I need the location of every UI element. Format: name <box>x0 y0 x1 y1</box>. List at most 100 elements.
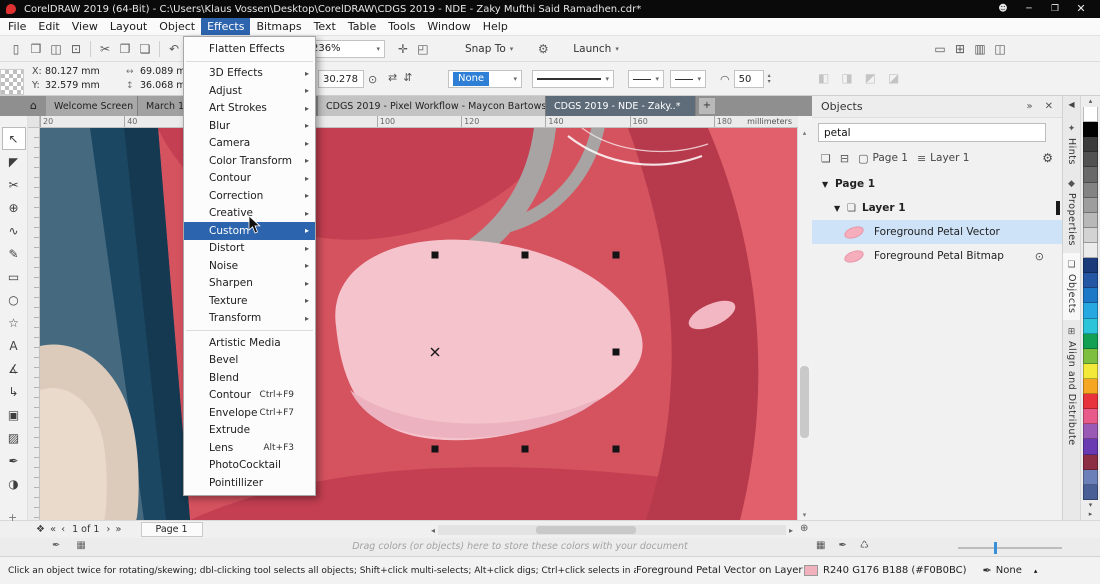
color-swatch[interactable] <box>1083 409 1098 424</box>
layer-drag-handle[interactable] <box>1056 201 1060 215</box>
tab-welcome-screen[interactable]: Welcome Screen <box>46 96 138 116</box>
tab-nde-zaky[interactable]: CDGS 2019 - NDE - Zaky..* <box>546 96 696 116</box>
color-swatch[interactable] <box>1083 122 1098 137</box>
zoom-tool[interactable]: ⊕ <box>3 197 25 218</box>
color-swatch[interactable] <box>1083 152 1098 167</box>
menu-item-transform[interactable]: Transform ▸ <box>184 310 315 328</box>
menu-item-distort[interactable]: Distort ▸ <box>184 240 315 258</box>
end-arrowhead-combo[interactable]: ▾ <box>670 70 706 88</box>
tree-row-page[interactable]: ▼ Page 1 <box>812 172 1062 196</box>
vertical-scrollbar-thumb[interactable] <box>800 366 809 438</box>
corner-roundness-field[interactable]: 50 <box>734 70 764 88</box>
menu-item-correction[interactable]: Correction ▸ <box>184 187 315 205</box>
menu-window[interactable]: Window <box>421 18 476 35</box>
color-swatch[interactable] <box>1083 349 1098 364</box>
palette-grid-icon[interactable]: ▦ <box>76 540 85 551</box>
rotation-angle-field[interactable]: 30.278 <box>318 70 364 88</box>
side-tab-properties[interactable]: ◆ Properties <box>1063 172 1080 253</box>
mirror-vertical-button[interactable]: ⇵ <box>403 71 412 84</box>
expander-icon[interactable]: ▼ <box>834 204 847 213</box>
side-tab-objects[interactable]: ❏ Objects <box>1063 253 1080 320</box>
tab-march-12[interactable]: March 12 <box>138 96 184 116</box>
dimension-tool[interactable]: ∡ <box>3 358 25 379</box>
menu-effects[interactable]: Effects <box>201 18 250 35</box>
pan-tool-icon[interactable]: ✛ <box>393 42 413 56</box>
color-swatch[interactable] <box>1083 107 1098 122</box>
menu-item-lens[interactable]: Lens Alt+F3 ▸ <box>184 439 315 457</box>
add-color-icon[interactable]: ✒ <box>838 540 846 551</box>
color-swatch[interactable] <box>1083 439 1098 454</box>
menu-separator[interactable]: ▸ <box>184 58 315 65</box>
color-swatch[interactable] <box>1083 288 1098 303</box>
palette-scroll-down-icon[interactable]: ▾ <box>1089 501 1093 510</box>
horizontal-scrollbar[interactable]: ◂ ▸ <box>428 524 796 536</box>
color-swatch[interactable] <box>1083 424 1098 439</box>
save-icon[interactable]: ◫ <box>46 42 66 56</box>
drawing-canvas[interactable] <box>40 128 797 520</box>
menu-item-art-strokes[interactable]: Art Strokes ▸ <box>184 100 315 118</box>
color-swatch[interactable] <box>1083 228 1098 243</box>
first-page-button[interactable]: « <box>50 524 56 535</box>
minimize-button[interactable]: ─ <box>1016 0 1042 18</box>
page-flip-icon[interactable]: ❖ <box>36 524 45 535</box>
color-swatch[interactable] <box>1083 183 1098 198</box>
zoom-slider[interactable] <box>958 547 1062 549</box>
objects-settings-gear-icon[interactable]: ⚙ <box>1042 151 1053 165</box>
palette-flyout-icon[interactable]: ▸ <box>1089 510 1093 519</box>
new-document-tab-button[interactable]: + <box>699 98 715 114</box>
ellipse-tool[interactable]: ○ <box>3 289 25 310</box>
scroll-up-icon[interactable]: ▴ <box>798 129 811 137</box>
eye-icon[interactable]: ⊙ <box>1035 250 1044 263</box>
menu-item-pointillizer[interactable]: Pointillizer ▸ <box>184 474 315 492</box>
copy-icon[interactable]: ❐ <box>115 42 135 56</box>
color-swatch[interactable] <box>1083 167 1098 182</box>
menu-item-camera[interactable]: Camera ▸ <box>184 135 315 153</box>
menu-item-color-transform[interactable]: Color Transform ▸ <box>184 152 315 170</box>
next-page-button[interactable]: › <box>106 524 110 535</box>
ruler-toggle-icon[interactable]: ▭ <box>930 42 950 56</box>
polygon-tool[interactable]: ☆ <box>3 312 25 333</box>
menu-item-noise[interactable]: Noise ▸ <box>184 257 315 275</box>
color-swatch[interactable] <box>1083 394 1098 409</box>
snap-to-dropdown[interactable]: Snap To ▾ <box>459 43 519 55</box>
menu-item-contour-group[interactable]: Contour ▸ <box>184 170 315 188</box>
last-page-button[interactable]: » <box>115 524 121 535</box>
new-document-icon[interactable]: ▯ <box>6 42 26 56</box>
vertical-ruler[interactable] <box>28 128 40 520</box>
menu-item-adjust[interactable]: Adjust ▸ <box>184 82 315 100</box>
menu-item-blur[interactable]: Blur ▸ <box>184 117 315 135</box>
home-icon[interactable]: ⌂ <box>30 99 37 113</box>
navigator-icon[interactable]: ⊕ <box>800 523 808 534</box>
menu-separator[interactable]: ▸ <box>184 327 315 334</box>
menu-help[interactable]: Help <box>477 18 514 35</box>
text-tool[interactable]: A <box>3 335 25 356</box>
color-swatch[interactable] <box>1083 364 1098 379</box>
drop-shadow-tool[interactable]: ▣ <box>3 404 25 425</box>
trash-icon[interactable]: ♺ <box>860 540 869 551</box>
docker-flyout-icon[interactable]: » <box>1026 101 1032 112</box>
connector-tool[interactable]: ↳ <box>3 381 25 402</box>
mirror-horizontal-button[interactable]: ⇄ <box>388 71 397 84</box>
color-swatch[interactable] <box>1083 258 1098 273</box>
pick-tool[interactable]: ↖ <box>3 128 25 149</box>
menu-item-texture[interactable]: Texture ▸ <box>184 292 315 310</box>
shape-tool[interactable]: ◤ <box>3 151 25 172</box>
crop-tool[interactable]: ✂ <box>3 174 25 195</box>
menu-item-bevel[interactable]: Bevel ▸ <box>184 352 315 370</box>
side-tab-hints[interactable]: ✦ Hints <box>1063 117 1080 172</box>
transparency-tool[interactable]: ▨ <box>3 427 25 448</box>
color-swatch[interactable] <box>1083 379 1098 394</box>
print-icon[interactable]: ⊡ <box>66 42 86 56</box>
menu-edit[interactable]: Edit <box>32 18 65 35</box>
color-swatch[interactable] <box>1083 137 1098 152</box>
menu-object[interactable]: Object <box>153 18 201 35</box>
menu-bitmaps[interactable]: Bitmaps <box>250 18 307 35</box>
color-swatch[interactable] <box>1083 198 1098 213</box>
tab-pixel-workflow[interactable]: CDGS 2019 - Pixel Workflow - Maycon Bart… <box>318 96 546 116</box>
menu-file[interactable]: File <box>2 18 32 35</box>
scroll-left-icon[interactable]: ◂ <box>428 526 438 535</box>
color-swatch[interactable] <box>1083 303 1098 318</box>
color-swatch[interactable] <box>1083 243 1098 258</box>
show-palette-icon[interactable]: ▦ <box>816 540 825 551</box>
menu-table[interactable]: Table <box>342 18 382 35</box>
